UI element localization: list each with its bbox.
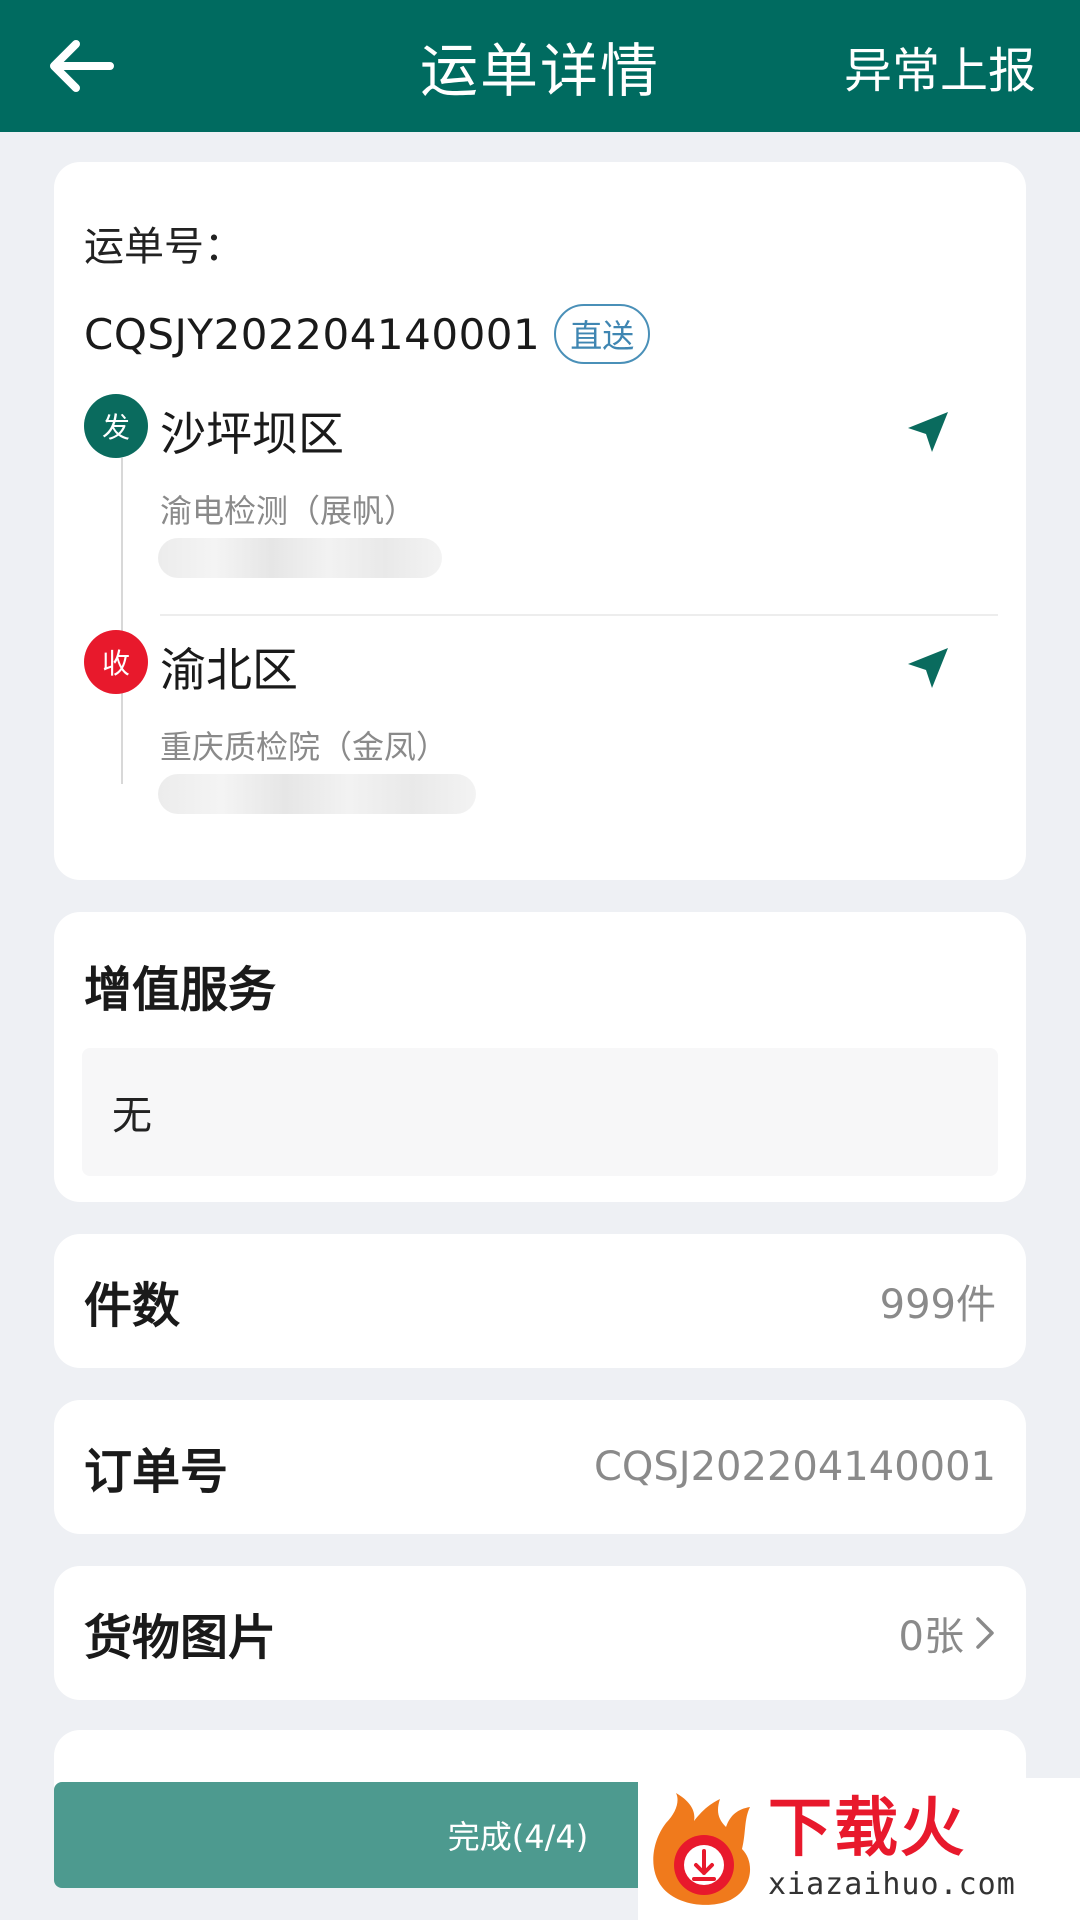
waybill-number: CQSJY202204140001 [84, 309, 541, 359]
cargo-photos-row[interactable]: 货物图片 0张 [54, 1566, 1026, 1700]
waybill-card: 运单号： CQSJY202204140001 直送 发 沙坪坝区 渝电检测（展帆… [54, 162, 1026, 880]
chevron-right-icon [976, 1617, 994, 1649]
waybill-label: 运单号： [84, 224, 244, 270]
sender-badge: 发 [84, 394, 148, 458]
order-number-value: CQSJ202204140001 [594, 1444, 996, 1490]
pieces-label: 件数 [84, 1278, 181, 1334]
receiver-address-redacted [158, 774, 476, 814]
order-number-row: 订单号 CQSJ202204140001 [54, 1400, 1026, 1534]
receiver-company: 重庆质检院（金凤） [160, 728, 449, 766]
receiver-navigate-button[interactable] [902, 642, 954, 694]
flame-logo-icon [653, 1793, 751, 1905]
navigation-arrow-icon [908, 648, 948, 688]
sender-company: 渝电检测（展帆） [160, 492, 417, 530]
pieces-value: 999件 [879, 1282, 996, 1328]
report-exception-button[interactable]: 异常上报 [844, 0, 1036, 132]
back-button[interactable] [40, 28, 120, 104]
route-divider [160, 614, 998, 616]
sender-address-redacted [158, 538, 442, 578]
navigation-arrow-icon [908, 412, 948, 452]
waybill-number-row: CQSJY202204140001 直送 [84, 302, 651, 366]
direct-delivery-tag: 直送 [554, 304, 651, 364]
service-title: 增值服务 [84, 962, 277, 1018]
receiver-badge: 收 [84, 630, 148, 694]
cargo-photos-label: 货物图片 [84, 1610, 277, 1666]
watermark-brand: 下载火 [768, 1791, 966, 1866]
service-value: 无 [82, 1048, 998, 1176]
cargo-photos-value-wrap: 0张 [899, 1604, 996, 1662]
arrow-left-icon [50, 40, 114, 92]
pieces-row: 件数 999件 [54, 1234, 1026, 1368]
watermark-text-group: 下载火 xiazaihuo.com [768, 1797, 1016, 1902]
value-added-service-card: 增值服务 无 [54, 912, 1026, 1202]
watermark-url: xiazaihuo.com [768, 1866, 1016, 1902]
receiver-district: 渝北区 [160, 643, 298, 697]
top-bar: 运单详情 异常上报 [0, 0, 1080, 132]
route-connector [121, 458, 123, 784]
sender-district: 沙坪坝区 [160, 407, 344, 461]
cargo-photos-count: 0张 [898, 1614, 964, 1660]
sender-navigate-button[interactable] [902, 406, 954, 458]
order-number-label: 订单号 [84, 1444, 229, 1500]
watermark: 下载火 xiazaihuo.com [638, 1778, 1080, 1920]
